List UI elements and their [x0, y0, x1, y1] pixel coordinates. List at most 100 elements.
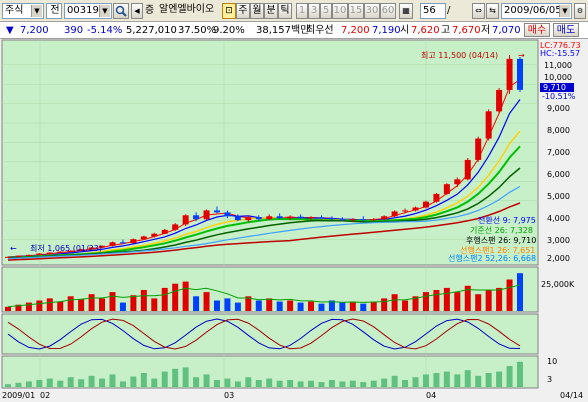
- candle-body: [391, 211, 398, 217]
- indicator-bar: [224, 378, 231, 387]
- tab-tick[interactable]: 틱: [278, 3, 292, 19]
- volume-bar: [287, 300, 294, 311]
- range-input[interactable]: 56: [420, 3, 446, 19]
- indicator-bar: [57, 380, 64, 387]
- indicator-bar: [245, 377, 252, 387]
- trade-value: 38,157백만: [256, 25, 310, 36]
- magnifier-icon[interactable]: [113, 3, 129, 19]
- indicator-bar: [464, 370, 471, 387]
- minute-option-1[interactable]: 1: [296, 3, 308, 19]
- volume-bar: [454, 292, 461, 311]
- volume-bar: [433, 290, 440, 311]
- candle-body: [464, 159, 471, 180]
- code-type-value: 전: [50, 5, 60, 16]
- indicator-bar: [506, 366, 513, 387]
- volume-axis-label: 25,000K: [541, 280, 575, 289]
- current-pct: -10.51%: [542, 92, 576, 101]
- indicator-bar: [475, 375, 482, 387]
- legend-item: 선행스팬2 52,26: 6,668: [448, 253, 536, 263]
- minute-option-30[interactable]: 30: [364, 3, 380, 19]
- indicator-bar: [433, 373, 440, 387]
- current-price: 7,200: [20, 25, 49, 36]
- minute-option-60[interactable]: 60: [380, 3, 396, 19]
- volume-bar: [391, 294, 398, 311]
- indicator-bar: [46, 378, 53, 387]
- volume-bar: [339, 302, 346, 311]
- indicator-bar: [255, 380, 262, 387]
- open-price: 7,620: [411, 25, 440, 36]
- settings-icon[interactable]: ▦: [399, 3, 413, 19]
- date-value: 2009/06/05: [504, 5, 562, 16]
- code-type-button[interactable]: 전: [46, 3, 62, 19]
- volume-bar: [234, 302, 241, 311]
- indicator-bar: [412, 377, 419, 387]
- candle-body: [422, 201, 429, 208]
- volume-bar: [475, 294, 482, 311]
- tab-minute[interactable]: 분: [264, 3, 278, 19]
- volume-bar: [496, 287, 503, 311]
- volume-bar: [203, 292, 210, 311]
- tab-weekly[interactable]: 주: [236, 3, 250, 19]
- candle-body: [328, 218, 335, 220]
- market-type-select[interactable]: 주식 ▼: [2, 3, 44, 19]
- date-input[interactable]: 2009/06/05 ▼: [501, 3, 572, 19]
- stock-code-input[interactable]: 003190 ▼: [64, 3, 112, 19]
- company-tag: 증: [145, 5, 155, 16]
- config-icon[interactable]: ⚙: [574, 3, 586, 19]
- volume-bar: [109, 292, 116, 311]
- candle-body: [161, 229, 168, 234]
- sell-button[interactable]: 매도: [553, 23, 579, 37]
- refresh-icon[interactable]: ◀: [131, 3, 143, 19]
- price-axis-label: 4,000: [547, 214, 570, 223]
- candle-body: [25, 254, 32, 256]
- volume-bar: [140, 290, 147, 311]
- zoom-out-icon[interactable]: ⇔: [472, 3, 485, 19]
- low-price: 7,070: [492, 25, 521, 36]
- indicator-bar: [25, 381, 32, 387]
- company-name: 알엔엘바이오: [157, 3, 219, 19]
- candle-body: [517, 58, 523, 90]
- buy-button[interactable]: 매수: [524, 23, 550, 37]
- volume-bar: [443, 287, 450, 311]
- volume-bar: [318, 303, 325, 311]
- candle-body: [433, 193, 440, 202]
- indicator-bar: [88, 375, 95, 387]
- minute-option-3[interactable]: 3: [308, 3, 320, 19]
- price-axis-label: 5,000: [547, 192, 570, 201]
- candle-body: [36, 253, 43, 255]
- price-axis-label: 3,000: [547, 236, 570, 245]
- price-axis-label: 10,000: [544, 73, 572, 82]
- price-axis-label: 2,000: [547, 254, 570, 263]
- minute-option-15[interactable]: 15: [348, 3, 364, 19]
- range-total: / 625: [447, 5, 466, 32]
- price-axis-label: 7,000: [547, 148, 570, 157]
- candle-body: [297, 216, 304, 219]
- volume-bar: [88, 294, 95, 311]
- candle-body: [245, 217, 252, 221]
- indicator-bar: [151, 378, 158, 387]
- indicator-bar: [308, 380, 315, 387]
- zoom-in-icon[interactable]: ⇆: [486, 3, 499, 19]
- volume-bar: [119, 302, 126, 311]
- candle-body: [234, 216, 241, 221]
- candle-body: [318, 217, 325, 219]
- date-axis-label: 2009/01: [2, 391, 35, 400]
- date-axis-label: 02: [40, 391, 50, 400]
- stock-chart[interactable]: 최고 11,500 (04/14) → 최저 1,065 (01/23) ← L…: [0, 39, 588, 402]
- candle-body: [119, 242, 126, 244]
- candle-body: [339, 219, 346, 221]
- candle-body: [360, 219, 367, 221]
- volume-bar: [224, 298, 231, 311]
- tab-monthly[interactable]: 월: [250, 3, 264, 19]
- minute-option-10[interactable]: 10: [332, 3, 348, 19]
- minute-option-5[interactable]: 5: [320, 3, 332, 19]
- volume-bar: [182, 281, 189, 311]
- volume-bar: [266, 298, 273, 311]
- chart-type-icon[interactable]: ⊡: [222, 3, 236, 19]
- ratio2: 9.20%: [213, 25, 245, 36]
- price-change: 390: [64, 25, 84, 36]
- indicator-bar: [349, 380, 356, 387]
- indicator-bar: [318, 382, 325, 387]
- price-panel: [1, 39, 539, 266]
- volume-bar: [297, 302, 304, 311]
